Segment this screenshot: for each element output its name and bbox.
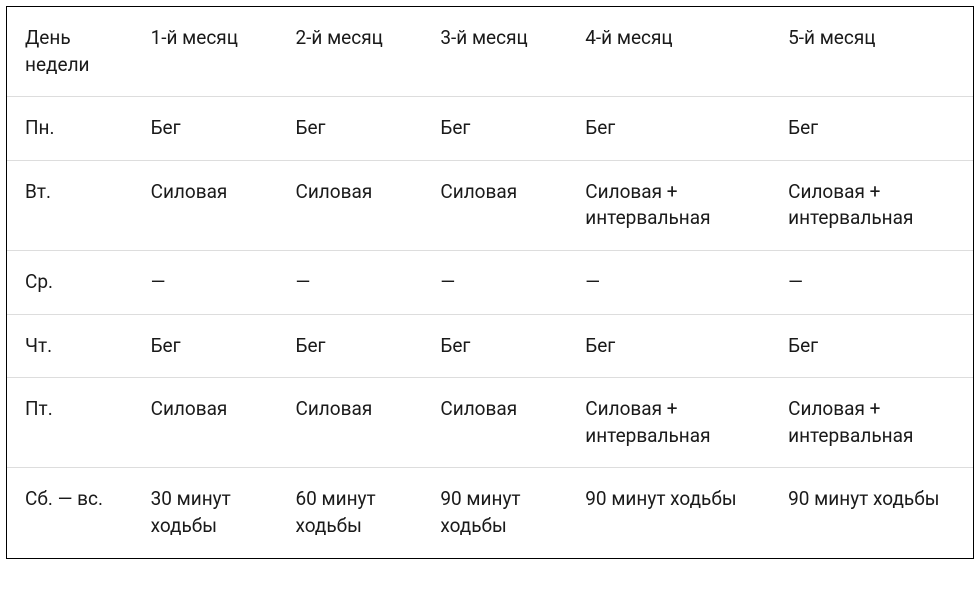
cell-value: Бег [277, 314, 422, 378]
training-schedule-table: День недели 1-й месяц 2-й месяц 3-й меся… [7, 7, 973, 558]
table-row: Чт. Бег Бег Бег Бег Бег [7, 314, 973, 378]
table-header-row: День недели 1-й месяц 2-й месяц 3-й меся… [7, 7, 973, 97]
table-row: Пт. Силовая Силовая Силовая Силовая + ин… [7, 378, 973, 468]
cell-value: — [277, 250, 422, 314]
cell-value: Бег [133, 314, 278, 378]
header-month-4: 4-й месяц [567, 7, 770, 97]
header-month-5: 5-й месяц [770, 7, 973, 97]
cell-day: Пн. [7, 97, 133, 161]
cell-value: Бег [422, 97, 567, 161]
header-month-2: 2-й месяц [277, 7, 422, 97]
header-month-1: 1-й месяц [133, 7, 278, 97]
cell-value: 60 минут ходьбы [277, 468, 422, 558]
cell-value: 90 минут ходьбы [567, 468, 770, 558]
cell-value: 90 минут ходьбы [770, 468, 973, 558]
cell-value: — [567, 250, 770, 314]
table-row: Пн. Бег Бег Бег Бег Бег [7, 97, 973, 161]
cell-value: — [133, 250, 278, 314]
cell-day: Сб. — вс. [7, 468, 133, 558]
cell-value: Силовая [133, 378, 278, 468]
cell-value: — [770, 250, 973, 314]
cell-day: Вт. [7, 160, 133, 250]
cell-day: Ср. [7, 250, 133, 314]
cell-day: Пт. [7, 378, 133, 468]
cell-value: Бег [133, 97, 278, 161]
cell-value: — [422, 250, 567, 314]
cell-value: Силовая [133, 160, 278, 250]
cell-value: Силовая [422, 378, 567, 468]
cell-value: Силовая [277, 160, 422, 250]
cell-value: Бег [567, 97, 770, 161]
table-row: Вт. Силовая Силовая Силовая Силовая + ин… [7, 160, 973, 250]
cell-value: Бег [770, 314, 973, 378]
cell-value: Силовая + интервальная [770, 378, 973, 468]
header-day-of-week: День недели [7, 7, 133, 97]
header-month-3: 3-й месяц [422, 7, 567, 97]
cell-value: Бег [567, 314, 770, 378]
table-row: Сб. — вс. 30 минут ходьбы 60 минут ходьб… [7, 468, 973, 558]
cell-value: Силовая + интервальная [567, 160, 770, 250]
cell-value: 90 минут ходьбы [422, 468, 567, 558]
table-row: Ср. — — — — — [7, 250, 973, 314]
cell-value: Бег [422, 314, 567, 378]
cell-value: Силовая + интервальная [567, 378, 770, 468]
cell-value: 30 минут ходьбы [133, 468, 278, 558]
cell-value: Бег [277, 97, 422, 161]
cell-value: Бег [770, 97, 973, 161]
training-schedule-table-wrapper: День недели 1-й месяц 2-й месяц 3-й меся… [6, 6, 974, 559]
cell-value: Силовая + интервальная [770, 160, 973, 250]
cell-value: Силовая [422, 160, 567, 250]
cell-day: Чт. [7, 314, 133, 378]
cell-value: Силовая [277, 378, 422, 468]
